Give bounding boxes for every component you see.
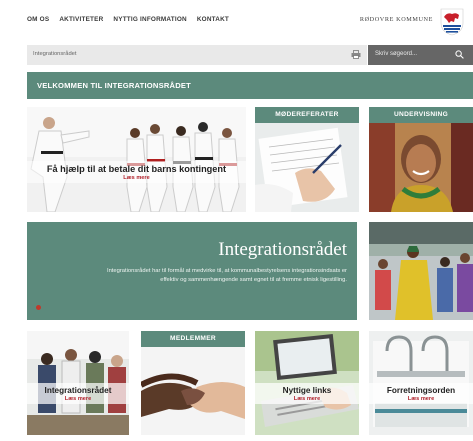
tile-title[interactable]: Integrationsrådet [27,386,129,395]
breadcrumb-bar: Integrationsrådet [27,45,367,65]
nav-item-kontakt[interactable]: KONTAKT [197,16,229,23]
welcome-heading: VELKOMMEN TIL INTEGRATIONSRÅDET [37,81,191,90]
market-photo [369,222,473,320]
karate-kids-image [27,107,246,212]
tile-caption: Forretningsorden Læs mere [369,383,473,404]
tile-caption: Integrationsrådet Læs mere [27,383,129,404]
tile-title[interactable]: Forretningsorden [369,386,473,395]
read-more-link[interactable]: Læs mere [369,396,473,402]
nav-item-nyttig-information[interactable]: NYTTIG INFORMATION [113,16,186,23]
read-more-link[interactable]: Læs mere [27,175,246,181]
handshake-image [141,347,245,435]
tile-caption: Få hjælp til at betale dit barns konting… [27,161,246,183]
tile-undervisning[interactable]: UNDERVISNING [369,107,473,212]
search-input[interactable]: Skriv søgeord... [368,45,473,65]
read-more-link[interactable]: Læs mere [255,396,359,402]
market-crowd-image [369,222,473,320]
tile-medlemmer[interactable]: MEDLEMMER [141,331,245,435]
writing-hand-image [255,123,359,212]
tile-caption: Nyttige links Læs mere [255,383,359,404]
tile-forretningsorden[interactable]: Forretningsorden Læs mere [369,331,473,435]
tile-kontingent[interactable]: Få hjælp til at betale dit barns konting… [27,107,246,212]
nav-item-aktiviteter[interactable]: AKTIVITETER [59,16,103,23]
hero-panel: Integrationsrådet Integrationsrådet har … [27,222,357,320]
tile-header[interactable]: MØDEREFERATER [255,107,359,123]
welcome-banner: VELKOMMEN TIL INTEGRATIONSRÅDET [27,72,473,99]
hero-description: Integrationsrådet har til formål at medv… [106,268,347,283]
search-icon[interactable] [455,50,464,59]
hero-title: Integrationsrådet [218,239,347,260]
rodovre-coat-of-arms-icon[interactable] [437,6,467,36]
main-menu: OM OS AKTIVITETER NYTTIG INFORMATION KON… [27,16,229,23]
tile-moedereferater[interactable]: MØDEREFERATER [255,107,359,212]
read-more-link[interactable]: Læs mere [27,396,129,402]
top-navigation: OM OS AKTIVITETER NYTTIG INFORMATION KON… [0,0,473,42]
smiling-woman-image [369,123,473,212]
tile-integrationsraadet[interactable]: Integrationsrådet Læs mere [27,331,129,435]
carousel-indicator[interactable] [36,305,41,310]
tile-header[interactable]: UNDERVISNING [369,107,473,123]
breadcrumb[interactable]: Integrationsrådet [33,51,77,57]
tile-title[interactable]: Nyttige links [255,386,359,395]
nav-item-om-os[interactable]: OM OS [27,16,49,23]
tile-title[interactable]: Få hjælp til at betale dit barns konting… [27,164,246,174]
search-placeholder: Skriv søgeord... [375,51,418,57]
tile-nyttige-links[interactable]: Nyttige links Læs mere [255,331,359,435]
tile-header[interactable]: MEDLEMMER [141,331,245,347]
print-icon[interactable] [351,50,361,59]
brand-name[interactable]: RØDOVRE KOMMUNE [360,16,433,23]
